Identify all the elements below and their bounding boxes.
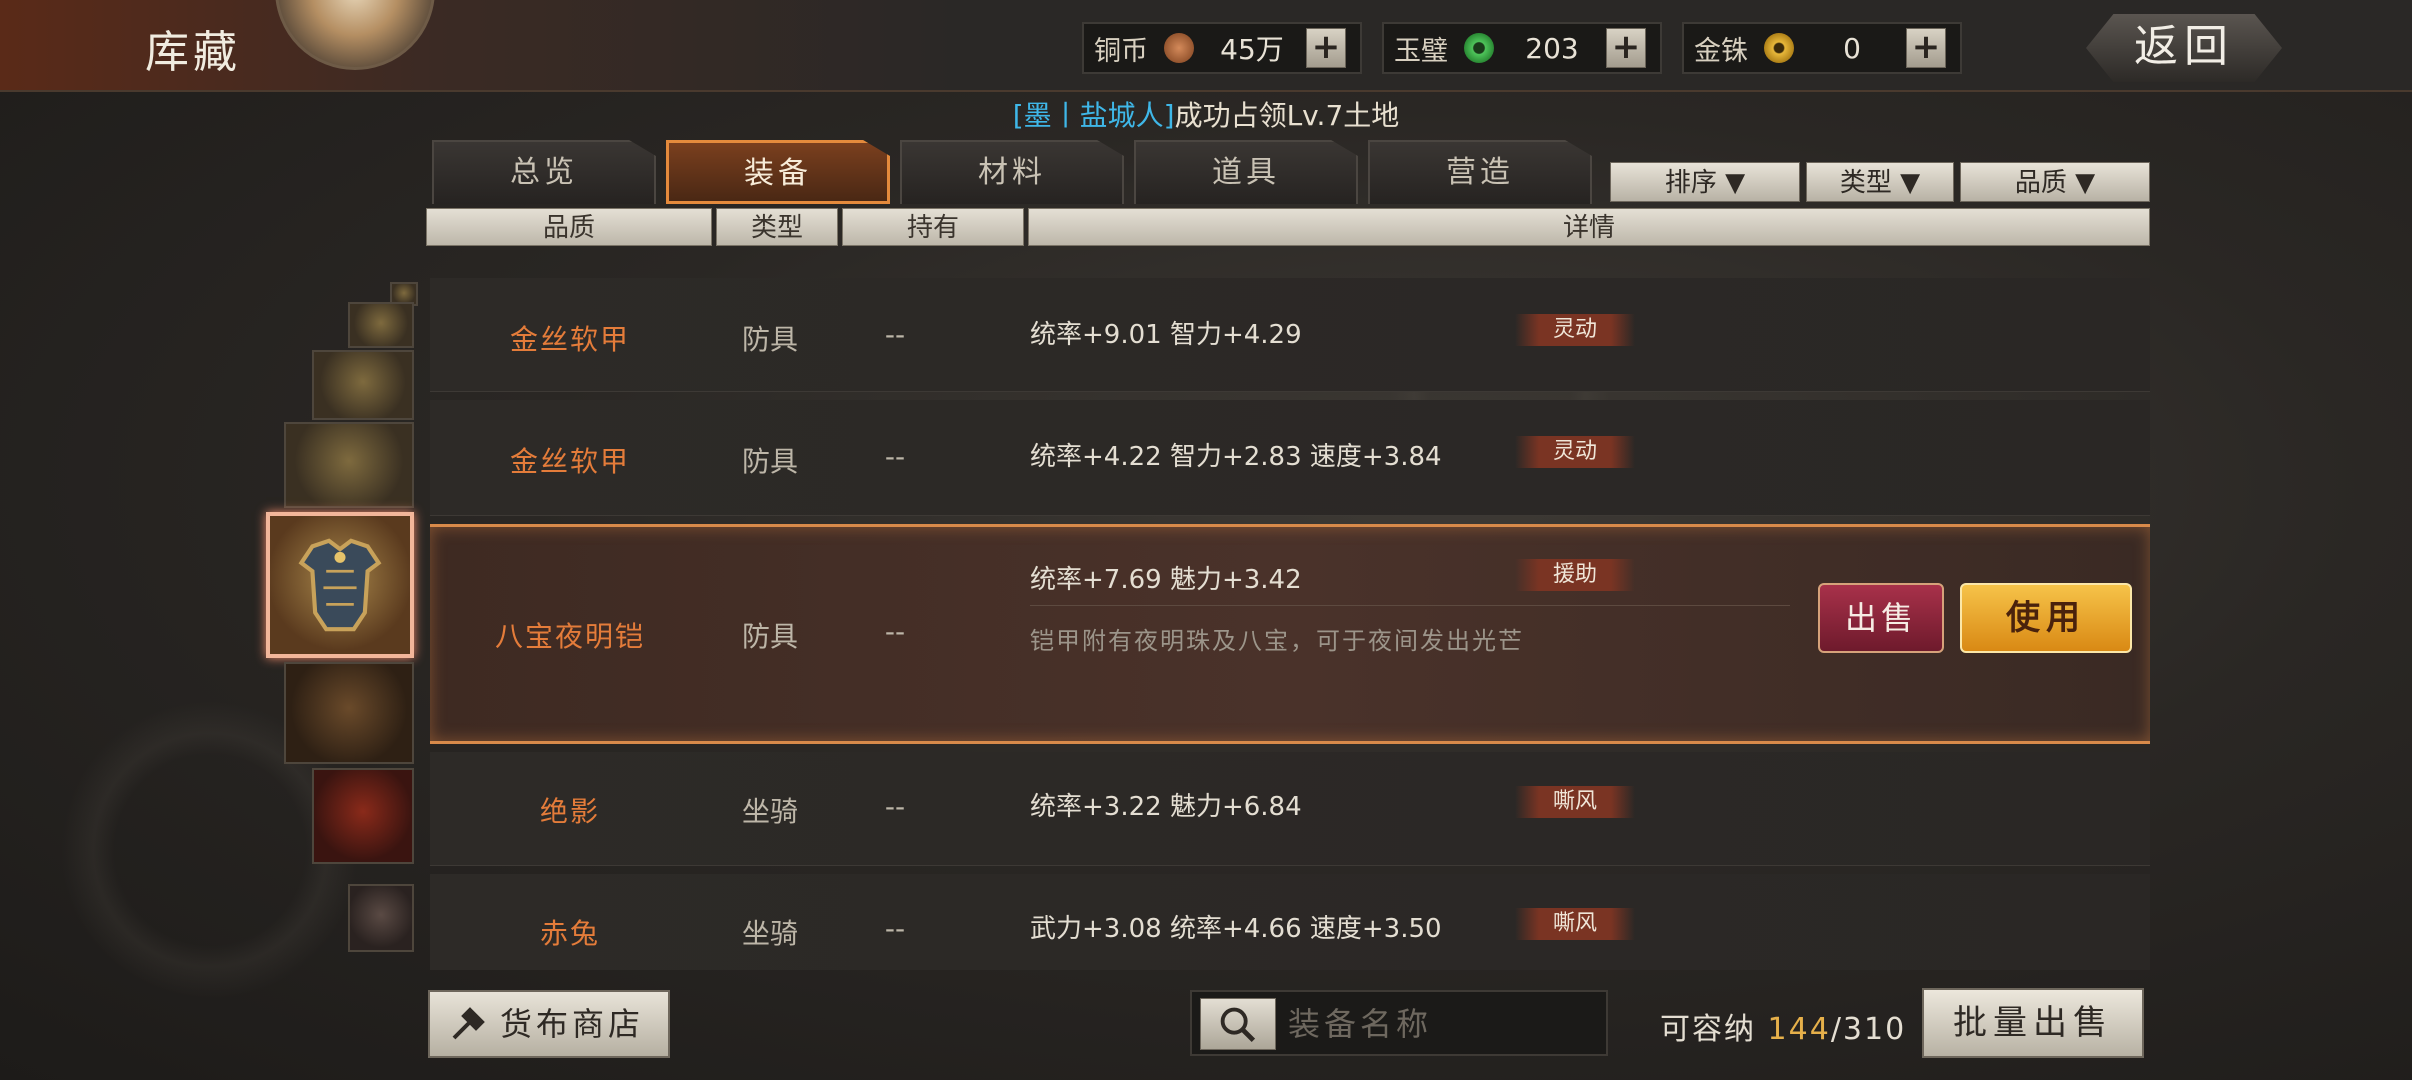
item-name: 绝影 <box>539 795 600 828</box>
broadcast-notice: [墨丨盐城人]成功占领Lv.7土地 <box>0 94 2412 134</box>
item-owner: -- <box>884 318 906 351</box>
equipment-list: 金丝软甲 防具 -- 统率+9.01 智力+4.29 灵动 金丝软甲 防具 --… <box>430 250 2150 970</box>
item-name: 金丝软甲 <box>509 323 630 356</box>
capacity-label: 可容纳 <box>1660 1012 1756 1047</box>
game-screen: 库藏 铜币 45万 + 玉璧 203 + 金铢 0 + 返回 [墨丨盐城人]成功… <box>0 0 2412 1080</box>
column-header-details: 详情 <box>1028 208 2150 246</box>
top-bar: 库藏 铜币 45万 + 玉璧 203 + 金铢 0 + 返回 <box>0 0 2412 92</box>
hammer-icon <box>452 1007 485 1040</box>
add-gold-button[interactable]: + <box>1906 28 1946 68</box>
sort-dropdown[interactable]: 排序 ▼ <box>1610 162 1800 202</box>
shop-label: 货布商店 <box>500 1005 645 1043</box>
item-effect-tag: 援助 <box>1515 559 1635 591</box>
column-header-owner[interactable]: 持有 <box>842 208 1024 246</box>
item-name: 八宝夜明铠 <box>494 620 645 653</box>
item-type: 防具 <box>741 620 798 653</box>
mount-thumbnail[interactable] <box>348 884 414 952</box>
armor-icon <box>298 538 382 632</box>
item-owner: -- <box>884 615 906 648</box>
item-stats: 统率+4.22 智力+2.83 速度+3.84 <box>1030 442 1442 472</box>
tab-materials[interactable]: 材料 <box>900 140 1124 204</box>
tab-construction[interactable]: 营造 <box>1368 140 1592 204</box>
sell-button[interactable]: 出售 <box>1818 583 1944 653</box>
search-icon <box>1220 1007 1256 1043</box>
divider <box>1030 605 1790 606</box>
item-stats: 统率+9.01 智力+4.29 <box>1030 320 1302 350</box>
item-type: 防具 <box>741 445 798 478</box>
column-header-quality[interactable]: 品质 <box>426 208 712 246</box>
currency-name: 金铢 <box>1694 35 1748 67</box>
avatar[interactable] <box>275 0 435 70</box>
item-owner: -- <box>884 912 906 945</box>
item-effect-tag: 灵动 <box>1515 436 1635 468</box>
notice-player: [墨丨盐城人] <box>1012 99 1175 132</box>
item-stats: 武力+3.08 统率+4.66 速度+3.50 <box>1030 914 1442 944</box>
gold-coin-icon <box>1764 33 1794 63</box>
tab-overview[interactable]: 总览 <box>432 140 656 204</box>
capacity-total: /310 <box>1830 1012 1907 1047</box>
search-input[interactable] <box>1288 1000 1588 1048</box>
item-effect-tag: 灵动 <box>1515 314 1635 346</box>
notice-text: 成功占领Lv.7土地 <box>1174 99 1400 132</box>
item-owner: -- <box>884 440 906 473</box>
add-jade-button[interactable]: + <box>1606 28 1646 68</box>
use-button[interactable]: 使用 <box>1960 583 2132 653</box>
armor-thumbnail[interactable] <box>312 350 414 420</box>
item-type: 坐骑 <box>741 795 798 828</box>
armor-thumbnail[interactable] <box>284 422 414 508</box>
item-effect-tag: 嘶风 <box>1515 786 1635 818</box>
quality-dropdown[interactable]: 品质 ▼ <box>1960 162 2150 202</box>
tab-items[interactable]: 道具 <box>1134 140 1358 204</box>
list-item[interactable]: 赤兔 坐骑 -- 武力+3.08 统率+4.66 速度+3.50 嘶风 <box>430 874 2150 970</box>
list-item-selected[interactable]: 八宝夜明铠 防具 -- 统率+7.69 魅力+3.42 援助 铠甲附有夜明珠及八… <box>430 524 2150 744</box>
mount-thumbnail[interactable] <box>284 662 414 764</box>
currency-amount: 203 <box>1525 31 1579 65</box>
item-type: 防具 <box>741 323 798 356</box>
capacity-current: 144 <box>1767 1012 1831 1047</box>
currency-amount: 0 <box>1843 31 1861 65</box>
currency-copper: 铜币 45万 + <box>1082 22 1362 74</box>
jade-disc-icon <box>1464 33 1494 63</box>
equipment-thumbnail[interactable] <box>348 302 414 348</box>
search-box <box>1190 990 1608 1056</box>
item-effect-tag: 嘶风 <box>1515 908 1635 940</box>
currency-jade: 玉璧 203 + <box>1382 22 1662 74</box>
item-type: 坐骑 <box>741 917 798 950</box>
currency-name: 玉璧 <box>1394 35 1448 67</box>
currency-shop-button[interactable]: 货布商店 <box>428 990 670 1058</box>
column-header-type[interactable]: 类型 <box>716 208 838 246</box>
item-name: 金丝软甲 <box>509 445 630 478</box>
item-owner: -- <box>884 790 906 823</box>
page-title: 库藏 <box>145 27 241 78</box>
search-button[interactable] <box>1200 998 1276 1050</box>
selected-armor-thumbnail[interactable] <box>266 512 414 658</box>
back-button[interactable]: 返回 <box>2086 14 2282 82</box>
item-description: 铠甲附有夜明珠及八宝，可于夜间发出光芒 <box>1030 627 1524 655</box>
mount-thumbnail[interactable] <box>312 768 414 864</box>
item-stats: 统率+7.69 魅力+3.42 <box>1030 565 1302 595</box>
list-item[interactable]: 金丝软甲 防具 -- 统率+9.01 智力+4.29 灵动 <box>430 278 2150 392</box>
currency-gold: 金铢 0 + <box>1682 22 1962 74</box>
list-item[interactable]: 金丝软甲 防具 -- 统率+4.22 智力+2.83 速度+3.84 灵动 <box>430 400 2150 516</box>
currency-amount: 45万 <box>1220 33 1284 66</box>
item-name: 赤兔 <box>539 917 600 950</box>
capacity-indicator: 可容纳 144/310 <box>1660 1004 1906 1048</box>
list-item[interactable]: 绝影 坐骑 -- 统率+3.22 魅力+6.84 嘶风 <box>430 752 2150 866</box>
tab-equipment[interactable]: 装备 <box>666 140 890 204</box>
copper-coin-icon <box>1164 33 1194 63</box>
batch-sell-button[interactable]: 批量出售 <box>1922 988 2144 1058</box>
currency-name: 铜币 <box>1094 35 1148 67</box>
add-copper-button[interactable]: + <box>1306 28 1346 68</box>
type-dropdown[interactable]: 类型 ▼ <box>1806 162 1954 202</box>
item-stats: 统率+3.22 魅力+6.84 <box>1030 792 1302 822</box>
